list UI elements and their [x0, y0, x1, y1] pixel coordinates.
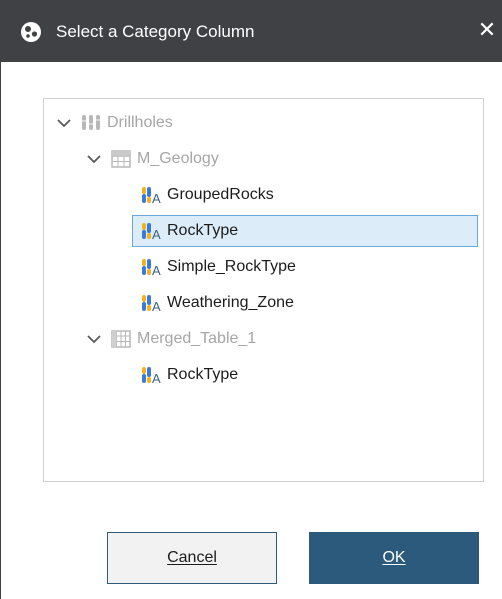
category-column-icon: A: [142, 187, 161, 206]
category-tree[interactable]: Drillholes M_Geology A GroupedRocks A Ro…: [43, 98, 484, 482]
tree-node-label: Weathering_Zone: [167, 294, 294, 311]
cancel-button[interactable]: Cancel: [107, 532, 277, 584]
svg-text:A: A: [152, 299, 161, 314]
tree-node-simple-rocktype[interactable]: A Simple_RockType: [140, 251, 296, 283]
svg-text:A: A: [152, 263, 161, 278]
tree-node-rocktype-selected[interactable]: A RockType: [132, 215, 478, 247]
close-button[interactable]: ✕: [472, 14, 502, 48]
tree-node-label: M_Geology: [137, 150, 219, 167]
category-column-icon: A: [142, 295, 161, 314]
tree-node-weathering-zone[interactable]: A Weathering_Zone: [140, 287, 294, 319]
dialog-body: Drillholes M_Geology A GroupedRocks A Ro…: [0, 62, 502, 599]
tree-node-merged-rocktype[interactable]: A RockType: [140, 359, 238, 391]
tree-node-label: Merged_Table_1: [137, 330, 257, 347]
tree-node-label: RockType: [167, 222, 239, 239]
dialog-titlebar: Select a Category Column ✕: [0, 0, 502, 62]
tree-node-label: Simple_RockType: [167, 258, 296, 275]
close-icon: ✕: [477, 17, 497, 42]
table-icon: [111, 150, 131, 168]
tree-node-label: Drillholes: [107, 114, 173, 131]
tree-node-label: RockType: [167, 366, 239, 383]
tree-node-label: GroupedRocks: [167, 186, 274, 203]
category-column-icon: A: [142, 367, 161, 386]
chevron-down-icon[interactable]: [84, 149, 104, 169]
chevron-down-icon[interactable]: [54, 113, 74, 133]
category-column-icon: A: [142, 223, 161, 242]
svg-text:A: A: [152, 371, 161, 386]
ok-button[interactable]: OK: [309, 532, 479, 584]
tree-node-grouped-rocks[interactable]: A GroupedRocks: [140, 179, 274, 211]
dialog-title: Select a Category Column: [56, 22, 255, 41]
tree-node-drillholes[interactable]: Drillholes: [54, 107, 173, 139]
svg-text:A: A: [152, 227, 161, 242]
svg-text:A: A: [152, 191, 161, 206]
drillholes-icon: [82, 115, 100, 130]
tree-node-merged-table-1[interactable]: Merged_Table_1: [84, 323, 256, 355]
tree-node-m-geology[interactable]: M_Geology: [84, 143, 219, 175]
ok-button-label: OK: [382, 549, 406, 566]
chevron-down-icon[interactable]: [84, 329, 104, 349]
category-column-icon: A: [142, 259, 161, 278]
cancel-button-label: Cancel: [167, 549, 217, 566]
app-logo-icon: [21, 22, 41, 42]
merged-table-icon: [111, 330, 131, 348]
